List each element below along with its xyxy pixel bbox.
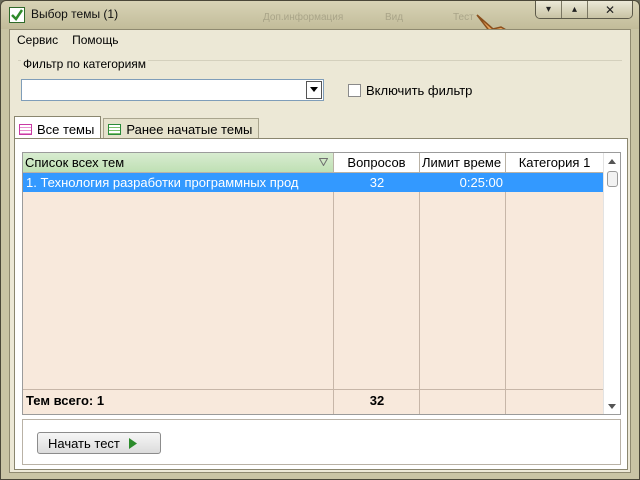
tab-strip: Все темы Ранее начатые темы [14, 116, 261, 140]
play-icon [128, 437, 137, 449]
table-icon [19, 124, 32, 135]
app-icon [9, 7, 25, 23]
tab-all-topics[interactable]: Все темы [14, 116, 102, 140]
column-header-questions[interactable]: Вопросов [334, 153, 420, 173]
title-bar[interactable]: Выбор темы (1) Доп.информация Вид Тест ▾… [1, 1, 639, 29]
column-header-label: Лимит време [422, 155, 502, 170]
checkbox-box[interactable] [348, 84, 361, 97]
close-icon: ✕ [604, 2, 616, 17]
grid-footer: Тем всего: 1 32 [23, 389, 604, 409]
client-area: Сервис Помощь Фильтр по категориям Включ… [9, 29, 631, 473]
action-area: Начать тест [22, 419, 621, 465]
column-divider [333, 173, 334, 414]
menu-bar: Сервис Помощь [10, 30, 125, 52]
cell-questions: 32 [369, 175, 385, 190]
menu-service[interactable]: Сервис [10, 30, 65, 52]
start-test-button[interactable]: Начать тест [37, 432, 161, 454]
chevron-down-icon [310, 87, 318, 92]
background-menu-text: Вид [385, 12, 404, 23]
total-questions-value: 32 [369, 393, 385, 408]
scrollbar-thumb[interactable] [607, 171, 618, 187]
menu-help[interactable]: Помощь [65, 30, 125, 52]
caption-buttons: ▾ ▴ ✕ [535, 1, 633, 19]
column-header-topic-list[interactable]: Список всех тем [23, 153, 334, 173]
table-icon [108, 124, 122, 135]
column-divider [505, 173, 506, 414]
main-window: Выбор темы (1) Доп.информация Вид Тест ▾… [0, 0, 640, 480]
column-header-label: Вопросов [347, 155, 406, 170]
vertical-scrollbar[interactable] [603, 153, 620, 414]
category-filter-group: Фильтр по категориям Включить фильтр [18, 57, 622, 106]
table-row[interactable]: 1. Технология разработки программных про… [23, 173, 604, 192]
maximize-button[interactable]: ▴ [562, 1, 588, 18]
sort-descending-icon [319, 158, 328, 166]
combobox-dropdown-button[interactable] [306, 81, 322, 99]
minimize-button[interactable]: ▾ [536, 1, 562, 18]
window-title: Выбор темы (1) [31, 7, 119, 21]
background-menu-text: Доп.информация [263, 12, 344, 23]
total-topics-label: Тем всего: 1 [26, 393, 105, 408]
column-header-category[interactable]: Категория 1 [506, 153, 604, 173]
tab-all-topics-label: Все темы [37, 122, 95, 137]
cell-category [506, 173, 604, 192]
cell-topic-name: 1. Технология разработки программных про… [26, 175, 299, 190]
maximize-icon: ▴ [571, 4, 578, 15]
tab-started-topics[interactable]: Ранее начатые темы [103, 118, 260, 138]
enable-filter-checkbox[interactable]: Включить фильтр [348, 83, 472, 98]
background-menu-text: Тест [453, 12, 474, 23]
column-header-label: Категория 1 [518, 155, 591, 170]
column-header-label: Список всех тем [25, 155, 125, 170]
enable-filter-label: Включить фильтр [366, 83, 473, 98]
column-divider [419, 173, 420, 414]
start-test-label: Начать тест [48, 435, 120, 451]
close-button[interactable]: ✕ [588, 1, 632, 18]
minimize-icon: ▾ [545, 4, 552, 15]
filter-legend: Фильтр по категориям [21, 57, 149, 71]
tab-panel: Список всех тем Вопросов Лимит време Кат… [14, 138, 628, 470]
column-header-time-limit[interactable]: Лимит време [420, 153, 506, 173]
topics-grid: Список всех тем Вопросов Лимит време Кат… [22, 152, 621, 415]
scroll-down-arrow-icon[interactable] [607, 401, 617, 411]
cell-time-limit: 0:25:00 [459, 175, 503, 190]
scroll-up-arrow-icon[interactable] [607, 156, 617, 166]
category-combobox[interactable] [21, 79, 324, 101]
tab-started-topics-label: Ранее начатые темы [126, 122, 253, 137]
